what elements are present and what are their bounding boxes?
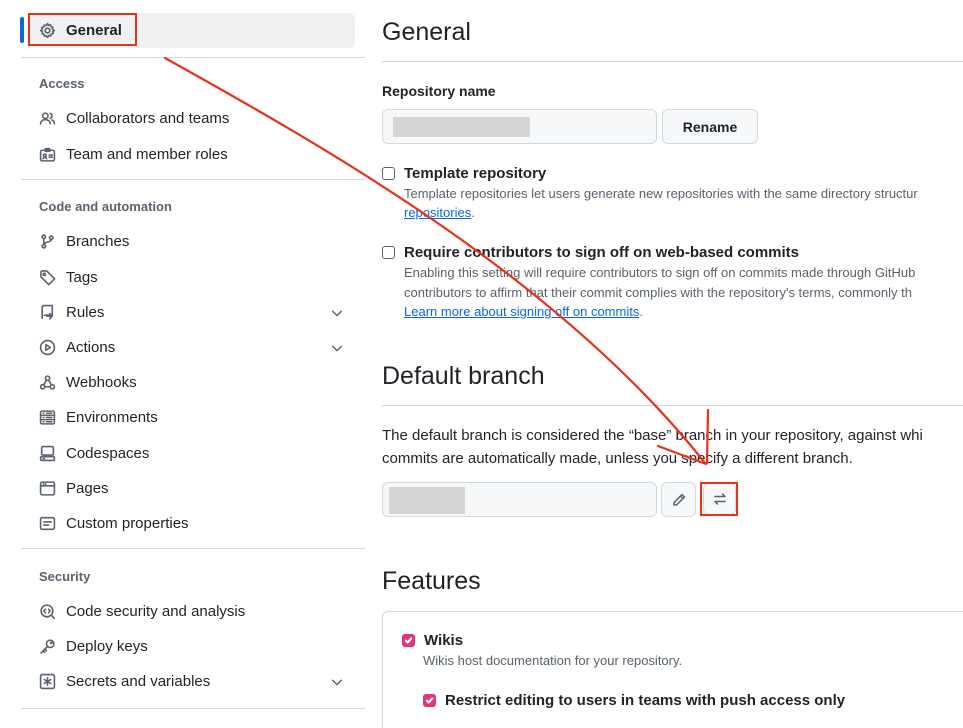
people-icon	[38, 110, 56, 128]
codescan-icon	[38, 603, 56, 621]
sidebar-item-pages[interactable]: Pages	[30, 472, 355, 505]
redacted-value	[389, 487, 465, 514]
repo-name-label: Repository name	[382, 83, 496, 99]
sidebar-heading-access: Access	[39, 76, 85, 91]
settings-main: General Repository name Rename Template …	[382, 0, 963, 728]
sidebar-item-code-security[interactable]: Code security and analysis	[30, 595, 355, 628]
sidebar-divider	[21, 548, 365, 549]
sidebar-item-collaborators[interactable]: Collaborators and teams	[30, 102, 355, 135]
sidebar-item-team-roles[interactable]: Team and member roles	[30, 138, 355, 171]
sidebar-divider	[21, 708, 365, 709]
server-icon	[38, 409, 56, 427]
rename-branch-button[interactable]	[661, 482, 696, 517]
signoff-checkbox[interactable]	[382, 246, 395, 259]
signoff-desc-line2: contributors to affirm that their commit…	[404, 285, 912, 300]
active-indicator	[20, 17, 24, 43]
browser-icon	[38, 480, 56, 498]
tag-icon	[38, 269, 56, 287]
default-branch-desc-line2: commits are automatically made, unless y…	[382, 450, 853, 467]
wikis-row: Wikis	[402, 632, 463, 649]
sidebar-item-label: Collaborators and teams	[66, 110, 230, 127]
wikis-title: Wikis	[424, 632, 464, 649]
general-heading: General	[382, 18, 471, 46]
sidebar-item-environments[interactable]: Environments	[30, 401, 355, 434]
sidebar-item-label: Code security and analysis	[66, 603, 246, 620]
template-repo-desc-line2: repositories.	[404, 205, 475, 220]
sidebar-heading-security: Security	[39, 569, 91, 584]
sidebar-item-label: Environments	[66, 409, 158, 426]
template-repo-checkbox[interactable]	[382, 167, 395, 180]
git-branch-icon	[38, 233, 56, 251]
sidebar-item-custom-properties[interactable]: Custom properties	[30, 507, 355, 540]
sidebar-item-label: Deploy keys	[66, 638, 148, 655]
signoff-title: Require contributors to sign off on web-…	[404, 244, 800, 261]
restrict-editing-title: Restrict editing to users in teams with …	[445, 692, 846, 709]
chevron-down-icon[interactable]	[329, 305, 345, 321]
sidebar-item-label: Branches	[66, 233, 130, 250]
sidebar-item-label: Codespaces	[66, 445, 150, 462]
default-branch-desc-line1: The default branch is considered the “ba…	[382, 427, 923, 444]
features-heading: Features	[382, 567, 481, 595]
repo-push-icon	[38, 304, 56, 322]
redacted-value	[393, 117, 530, 137]
sidebar-item-label: Secrets and variables	[66, 673, 211, 690]
sidebar-item-label: Actions	[66, 339, 116, 356]
sidebar-item-deploy-keys[interactable]: Deploy keys	[30, 630, 355, 663]
chevron-down-icon[interactable]	[329, 674, 345, 690]
note-icon	[38, 515, 56, 533]
sidebar-item-label: Webhooks	[66, 374, 137, 391]
sidebar-item-webhooks[interactable]: Webhooks	[30, 366, 355, 399]
default-branch-heading: Default branch	[382, 362, 545, 390]
codespaces-icon	[38, 445, 56, 463]
signoff-desc-line1: Enabling this setting will require contr…	[404, 265, 916, 280]
sidebar-item-tags[interactable]: Tags	[30, 261, 355, 294]
sidebar-divider	[21, 57, 365, 58]
sidebar-divider	[21, 179, 365, 180]
sidebar-item-label: Pages	[66, 480, 109, 497]
section-divider	[382, 405, 963, 406]
template-repositories-link[interactable]: repositories	[404, 205, 471, 220]
sidebar-item-label: Rules	[66, 304, 105, 321]
sidebar-item-label: Custom properties	[66, 515, 189, 532]
sidebar-item-secrets[interactable]: Secrets and variables	[30, 665, 355, 698]
signoff-row: Require contributors to sign off on web-…	[382, 244, 799, 261]
play-icon	[38, 339, 56, 357]
settings-sidebar: General Access Collaborators and teams T…	[0, 0, 366, 728]
wikis-checkbox[interactable]	[402, 634, 415, 647]
sidebar-item-codespaces[interactable]: Codespaces	[30, 437, 355, 470]
template-repo-title: Template repository	[404, 165, 547, 182]
chevron-down-icon[interactable]	[329, 340, 345, 356]
default-branch-field	[382, 482, 657, 517]
key-asterisk-icon	[38, 673, 56, 691]
sidebar-item-label: Tags	[66, 269, 98, 286]
pencil-icon	[671, 492, 687, 508]
restrict-editing-checkbox[interactable]	[423, 694, 436, 707]
wikis-desc: Wikis host documentation for your reposi…	[423, 653, 683, 668]
annotation-highlight-switch-branch	[700, 482, 738, 516]
section-divider	[382, 61, 963, 62]
signoff-learn-more-link[interactable]: Learn more about signing off on commits	[404, 304, 639, 319]
template-repo-row: Template repository	[382, 165, 546, 182]
sidebar-heading-code-automation: Code and automation	[39, 199, 172, 214]
id-badge-icon	[38, 146, 56, 164]
restrict-editing-row: Restrict editing to users in teams with …	[423, 692, 845, 709]
rename-button[interactable]: Rename	[662, 109, 758, 144]
annotation-highlight-general	[28, 13, 137, 46]
sidebar-item-rules[interactable]: Rules	[30, 296, 355, 329]
sidebar-item-label: Team and member roles	[66, 146, 228, 163]
webhook-icon	[38, 374, 56, 392]
template-repo-desc: Template repositories let users generate…	[404, 186, 918, 201]
key-icon	[38, 638, 56, 656]
sidebar-item-branches[interactable]: Branches	[30, 225, 355, 258]
sidebar-item-actions[interactable]: Actions	[30, 331, 355, 364]
signoff-desc-line3: Learn more about signing off on commits.	[404, 304, 643, 319]
features-panel: Wikis Wikis host documentation for your …	[382, 611, 963, 728]
repo-name-input[interactable]	[382, 109, 657, 144]
